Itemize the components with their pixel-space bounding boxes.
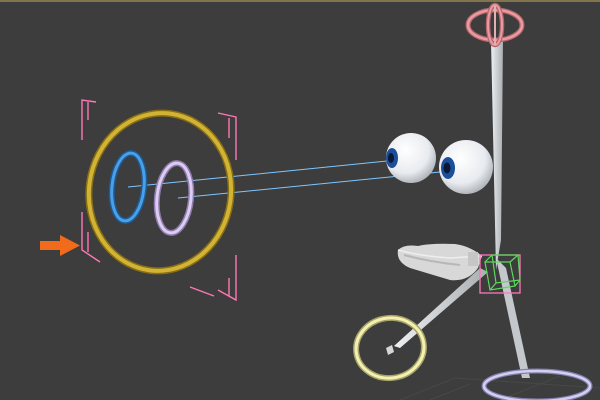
arm-bone[interactable] [394, 268, 488, 348]
left-eyeball[interactable] [386, 133, 436, 183]
jaw-mesh[interactable] [397, 243, 483, 281]
orange-arrow-icon [40, 235, 80, 256]
3d-viewport[interactable] [0, 0, 600, 400]
right-eye-target[interactable] [153, 160, 195, 236]
spine-bone[interactable] [491, 40, 530, 378]
head-ring[interactable] [465, 2, 525, 48]
right-eyeball[interactable] [439, 140, 493, 194]
viewport-scene[interactable] [0, 0, 600, 400]
hand-ring[interactable] [352, 314, 428, 383]
